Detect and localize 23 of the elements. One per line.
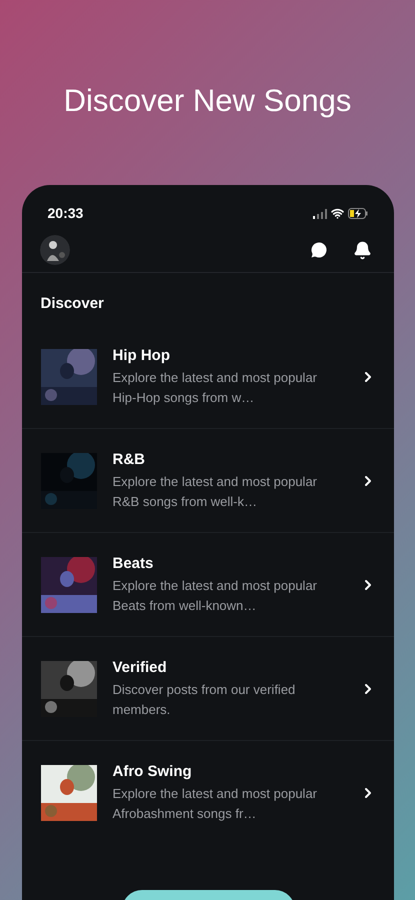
category-title: R&B <box>112 450 146 470</box>
notification-icon[interactable] <box>352 240 372 260</box>
headline: Discover New Songs <box>64 82 352 120</box>
signal-icon <box>312 208 326 218</box>
category-row[interactable]: Beats Explore the latest and most popular Beats from well-known… <box>22 533 394 637</box>
category-row[interactable]: R&B Explore the latest and most popular R&B songs from well-k… <box>22 429 394 533</box>
category-row[interactable]: Hip Hop Explore the latest and most popular Hip-Hop songs from w… <box>22 325 394 429</box>
category-row[interactable]: Verified Discover posts from our verified members. <box>22 637 394 741</box>
category-description: Explore the latest and most popular Beats from well-known… <box>112 576 318 614</box>
battery-icon <box>348 208 368 219</box>
wifi-icon <box>330 207 344 220</box>
category-description: Discover posts from our verified members. <box>112 680 296 718</box>
chat-icon[interactable] <box>308 240 328 260</box>
category-description: Explore the latest and most popular Afrobashment songs fr… <box>112 785 318 823</box>
category-description: Explore the latest and most popular R&B songs from well-k… <box>112 472 318 511</box>
category-title: Beats <box>112 554 154 574</box>
category-title: Afro Swing <box>112 762 193 782</box>
category-description: Explore the latest and most popular Hip-Hop songs from w… <box>112 368 318 407</box>
category-row[interactable]: Afro Swing Explore the latest and most popular Afrobashment songs fr… <box>22 741 394 845</box>
category-title: Verified <box>112 658 168 678</box>
category-title: Hip Hop <box>112 346 171 366</box>
section-title: Discover <box>40 294 105 314</box>
status-time: 20:33 <box>48 204 84 223</box>
